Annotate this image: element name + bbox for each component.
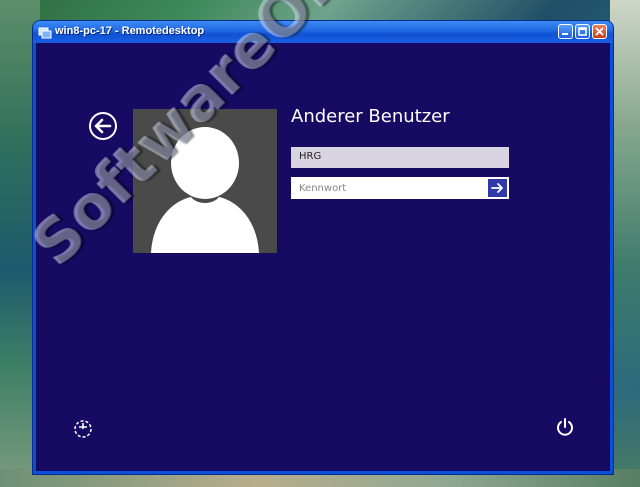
user-silhouette-icon (151, 127, 259, 253)
power-icon[interactable] (555, 417, 575, 439)
maximize-button[interactable] (575, 24, 590, 39)
username-field[interactable]: HRG (291, 147, 509, 168)
arrow-right-icon (491, 183, 503, 193)
remote-session-area: Anderer Benutzer HRG (36, 43, 610, 471)
window-title: win8-pc-17 - Remotedesktop (55, 25, 205, 37)
ease-of-access-icon[interactable] (72, 418, 94, 440)
remote-desktop-window: win8-pc-17 - Remotedesktop Anderer Benut… (33, 21, 613, 474)
user-avatar (133, 109, 277, 253)
remote-desktop-icon (38, 25, 52, 39)
password-box (291, 177, 509, 199)
close-button[interactable] (592, 24, 607, 39)
user-name-label: Anderer Benutzer (291, 106, 450, 127)
password-input[interactable] (292, 178, 486, 198)
window-title-bar[interactable]: win8-pc-17 - Remotedesktop (33, 21, 613, 43)
submit-button[interactable] (488, 179, 507, 197)
back-arrow-circle-icon[interactable] (88, 111, 118, 141)
minimize-button[interactable] (558, 24, 573, 39)
desktop-wallpaper-right (610, 0, 640, 487)
